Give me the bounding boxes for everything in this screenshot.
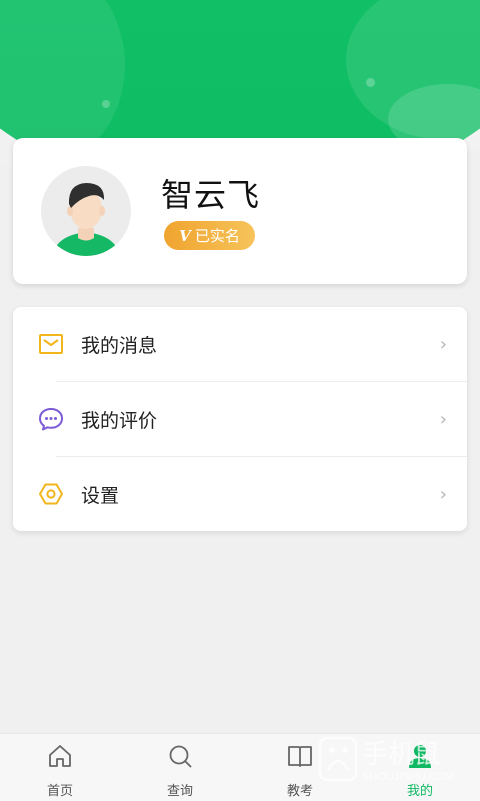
tab-label: 首页 <box>46 784 73 799</box>
tab-search[interactable]: 查询 <box>120 734 240 801</box>
chevron-right-icon: › <box>439 483 447 505</box>
search-icon <box>169 745 192 768</box>
profile-card: 智云飞 V 已实名 <box>13 138 467 284</box>
tab-label: 我的 <box>406 784 433 799</box>
tab-label: 查询 <box>166 784 193 799</box>
tab-label: 教考 <box>286 784 313 799</box>
verified-badge-label: 已实名 <box>194 227 240 245</box>
tab-exam[interactable]: 教考 <box>240 734 360 801</box>
menu-item-reviews[interactable]: 我的评价 › <box>13 382 467 456</box>
decorative-dot <box>366 78 375 87</box>
chevron-right-icon: › <box>439 333 447 355</box>
envelope-icon <box>39 334 63 354</box>
book-icon <box>288 746 312 767</box>
home-icon <box>49 745 71 767</box>
user-name: 智云飞 <box>161 176 261 214</box>
tab-mine[interactable]: 我的 <box>360 734 480 801</box>
hexagon-settings-icon <box>39 483 63 505</box>
user-icon <box>409 745 431 768</box>
chat-bubble-icon <box>39 408 63 431</box>
tab-home[interactable]: 首页 <box>0 734 120 801</box>
menu-card: 我的消息 › 我的评价 › 设置 › <box>13 307 467 531</box>
menu-item-label: 我的消息 <box>81 334 158 357</box>
verified-v-icon: V <box>179 226 191 245</box>
verified-badge: V 已实名 <box>164 221 255 250</box>
menu-item-label: 我的评价 <box>81 409 158 432</box>
bottom-tab-bar: 首页 查询 教考 我的 <box>0 733 480 801</box>
chevron-right-icon: › <box>439 408 447 430</box>
menu-item-label: 设置 <box>81 484 120 507</box>
menu-item-settings[interactable]: 设置 › <box>13 457 467 531</box>
decorative-dot <box>102 100 110 108</box>
avatar[interactable] <box>41 166 131 256</box>
menu-item-messages[interactable]: 我的消息 › <box>13 307 467 381</box>
